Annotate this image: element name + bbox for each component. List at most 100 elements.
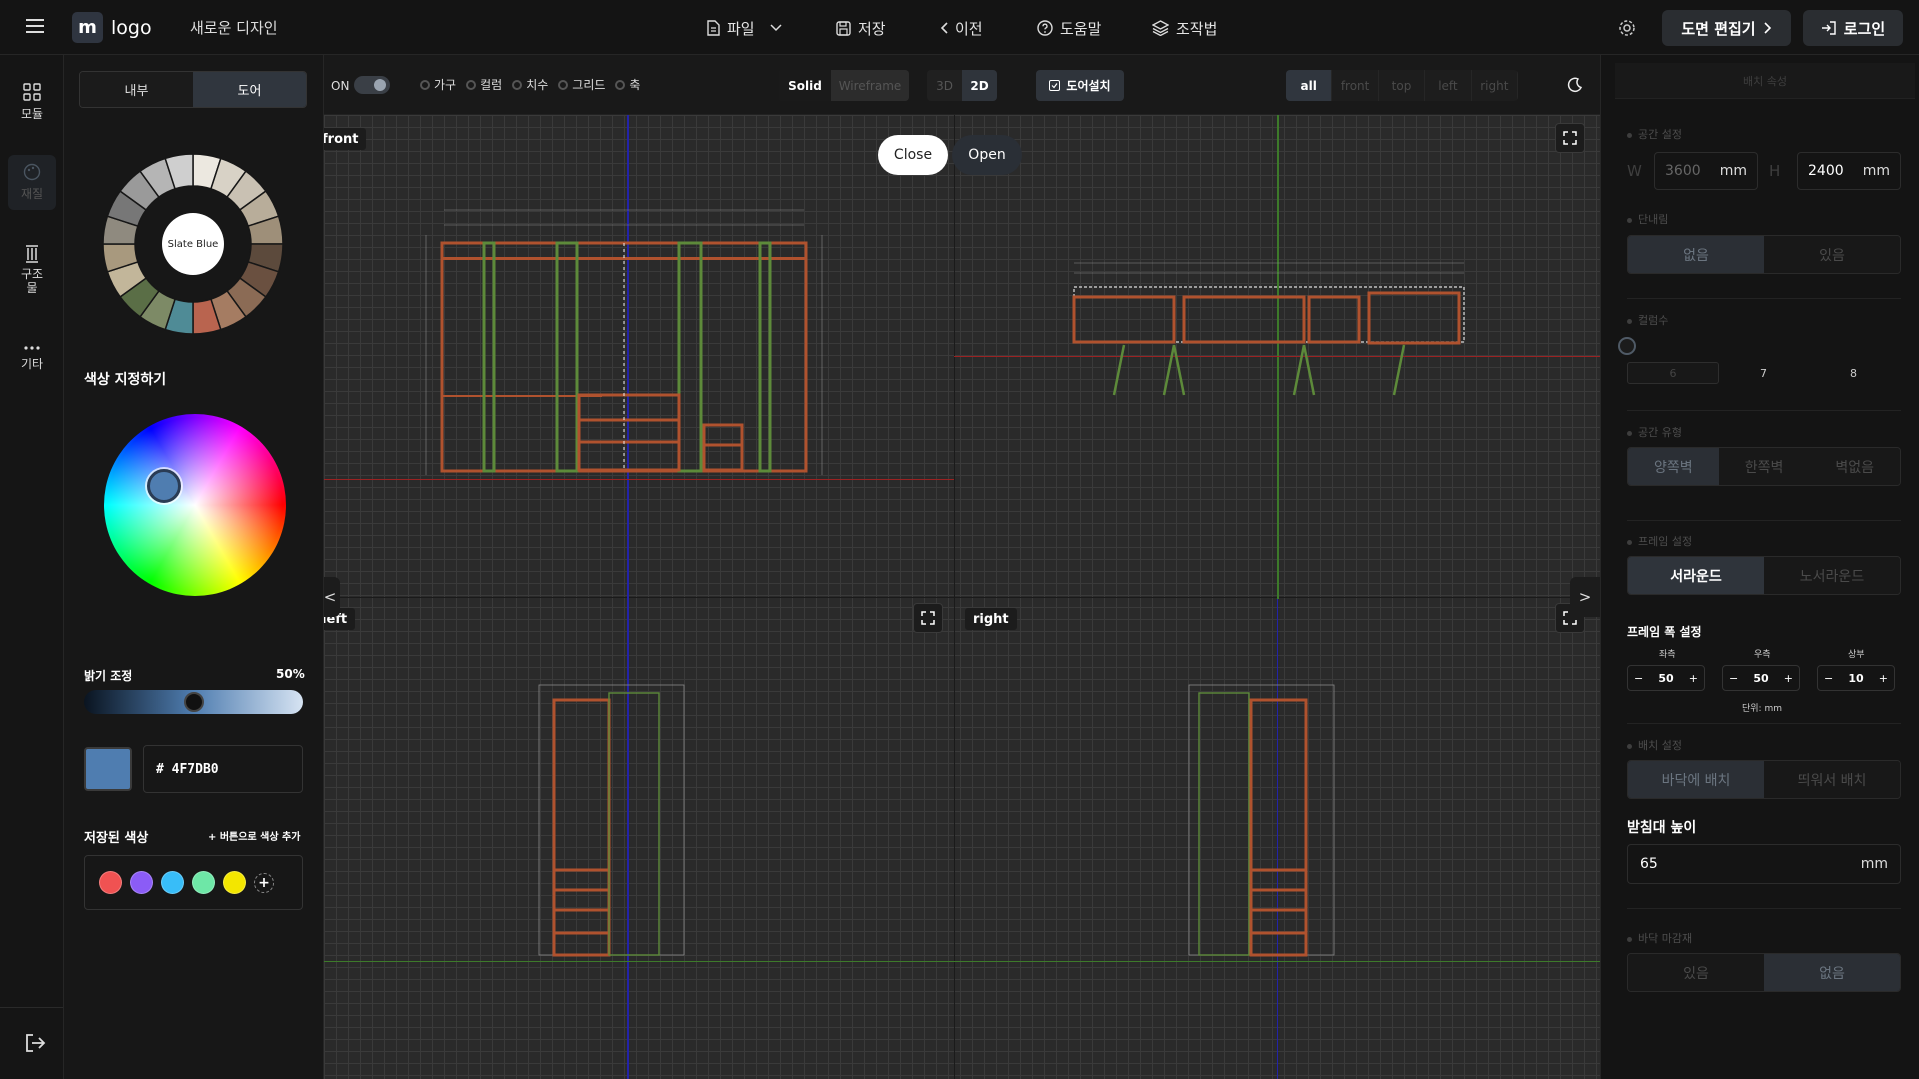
display-option[interactable]: 그리드 [558,76,605,93]
logo-mark: m [72,12,103,43]
logo[interactable]: m logo [72,12,152,43]
controls-button[interactable]: 조작법 [1152,14,1217,42]
frame-no-surround[interactable]: 노서라운드 [1764,557,1900,594]
frame-right-stepper[interactable]: − 50 + [1722,665,1800,691]
rail-item-material[interactable]: 재질 [8,155,56,210]
login-button[interactable]: 로그인 [1803,10,1903,46]
drawing-editor-button[interactable]: 도면 편집기 [1662,10,1791,46]
solid-mode-button[interactable]: Solid [779,70,831,101]
plus-icon[interactable]: + [1784,672,1793,685]
3d-button[interactable]: 3D [927,70,962,101]
frame-right-value: 50 [1753,671,1769,685]
prev-button[interactable]: 이전 [940,14,983,42]
space-type-one-wall[interactable]: 한쪽벽 [1718,448,1810,485]
saved-color-swatch[interactable] [223,871,246,894]
display-option[interactable]: 가구 [420,76,456,93]
columns-value-8[interactable]: 8 [1850,367,1857,380]
columns-value-7[interactable]: 7 [1760,367,1767,380]
expand-left-view-button[interactable] [913,603,943,633]
logout-icon[interactable] [24,1033,46,1053]
toggle-label: ON [331,79,350,93]
placement-float[interactable]: 띄워서 배치 [1764,761,1900,798]
wireframe-mode-button[interactable]: Wireframe [831,70,909,101]
width-input[interactable]: 3600 mm [1654,152,1758,190]
help-button[interactable]: 도움말 [1037,14,1101,42]
saved-color-swatch[interactable] [130,871,153,894]
width-label: W [1627,162,1642,180]
radio-icon [466,79,477,90]
rail-item-module[interactable]: 모듈 [8,83,56,122]
frame-left-stepper[interactable]: − 50 + [1627,665,1705,691]
view-tab-left[interactable]: left [1425,70,1472,101]
saved-color-swatch[interactable] [192,871,215,894]
height-input[interactable]: 2400 mm [1797,152,1901,190]
view-tab-top[interactable]: top [1378,70,1426,101]
saved-color-swatch[interactable] [99,871,122,894]
grid-icon [23,83,41,101]
width-value: 3600 [1665,163,1701,179]
display-option[interactable]: 축 [615,76,640,93]
view-label-front: front [324,128,367,150]
color-wheel[interactable] [104,414,286,596]
door-install-button[interactable]: 도어설치 [1036,70,1124,101]
file-menu-button[interactable]: 파일 [706,14,782,42]
minus-icon[interactable]: − [1634,672,1643,685]
rail-item-structure[interactable]: 구조물 [8,245,56,295]
plus-icon[interactable]: + [1689,672,1698,685]
right-elevation-drawing [1188,684,1335,957]
rail-label: 기타 [20,357,44,371]
plus-icon[interactable]: + [1879,672,1888,685]
frame-top-stepper[interactable]: − 10 + [1817,665,1895,691]
palette-center: Slate Blue [162,213,224,275]
expand-icon [1563,131,1577,145]
hamburger-menu-icon[interactable] [26,18,44,34]
expand-top-view-button[interactable] [1555,123,1585,153]
space-type-no-wall[interactable]: 벽없음 [1809,448,1900,485]
theme-toggle-button[interactable] [1559,69,1591,101]
minus-icon[interactable]: − [1729,672,1738,685]
tab-inner[interactable]: 내부 [80,72,193,107]
dimension-group: 3D 2D [927,70,997,101]
on-toggle[interactable] [354,76,390,94]
open-doors-button[interactable]: Open [952,135,1022,175]
save-button[interactable]: 저장 [836,14,886,42]
saved-color-swatch[interactable] [161,871,184,894]
display-option[interactable]: 치수 [512,76,548,93]
view-divider-horizontal [324,597,1600,598]
minus-icon[interactable]: − [1824,672,1833,685]
columns-value-6[interactable]: 6 [1627,362,1719,384]
save-icon [836,20,851,36]
hex-value: # 4F7DB0 [156,761,219,777]
add-color-button[interactable]: + [254,872,274,893]
color-wheel-picker-handle[interactable] [147,469,181,503]
space-type-both-walls[interactable]: 양쪽벽 [1628,448,1719,485]
current-color-swatch[interactable] [84,747,132,791]
rail-item-etc[interactable]: 기타 [8,345,56,372]
view-tab-all[interactable]: all [1286,70,1333,101]
columns-slider-handle[interactable] [1618,337,1636,355]
login-icon [1821,21,1836,35]
frame-options: 서라운드 노서라운드 [1627,556,1901,595]
design-name[interactable]: 새로운 디자인 [190,17,278,38]
collapse-right-panel-button[interactable]: > [1570,577,1600,617]
step-option-yes[interactable]: 있음 [1764,236,1900,273]
view-tab-front[interactable]: front [1332,70,1379,101]
display-option[interactable]: 컬럼 [466,76,502,93]
collapse-left-panel-button[interactable]: < [324,577,340,617]
step-option-none[interactable]: 없음 [1628,236,1764,273]
placement-floor[interactable]: 바닥에 배치 [1628,761,1764,798]
2d-button[interactable]: 2D [962,70,997,101]
base-height-title: 받침대 높이 [1627,820,1697,836]
view-tab-right[interactable]: right [1471,70,1518,101]
tab-door[interactable]: 도어 [193,72,306,107]
floor-finish-yes[interactable]: 있음 [1628,954,1764,991]
floor-finish-no[interactable]: 없음 [1764,954,1900,991]
viewport[interactable]: ON 가구 컬럼 치수 그리드 축 Solid Wireframe 3D 2D 도어설치… [324,55,1600,1079]
settings-gear-icon[interactable] [1618,19,1636,37]
hex-input[interactable]: # 4F7DB0 [143,745,303,793]
frame-top-label: 상부 [1848,650,1865,660]
base-height-input[interactable]: 65 mm [1627,844,1901,884]
frame-surround[interactable]: 서라운드 [1628,557,1764,594]
brightness-slider-handle[interactable] [183,692,204,712]
close-doors-button[interactable]: Close [878,135,948,175]
